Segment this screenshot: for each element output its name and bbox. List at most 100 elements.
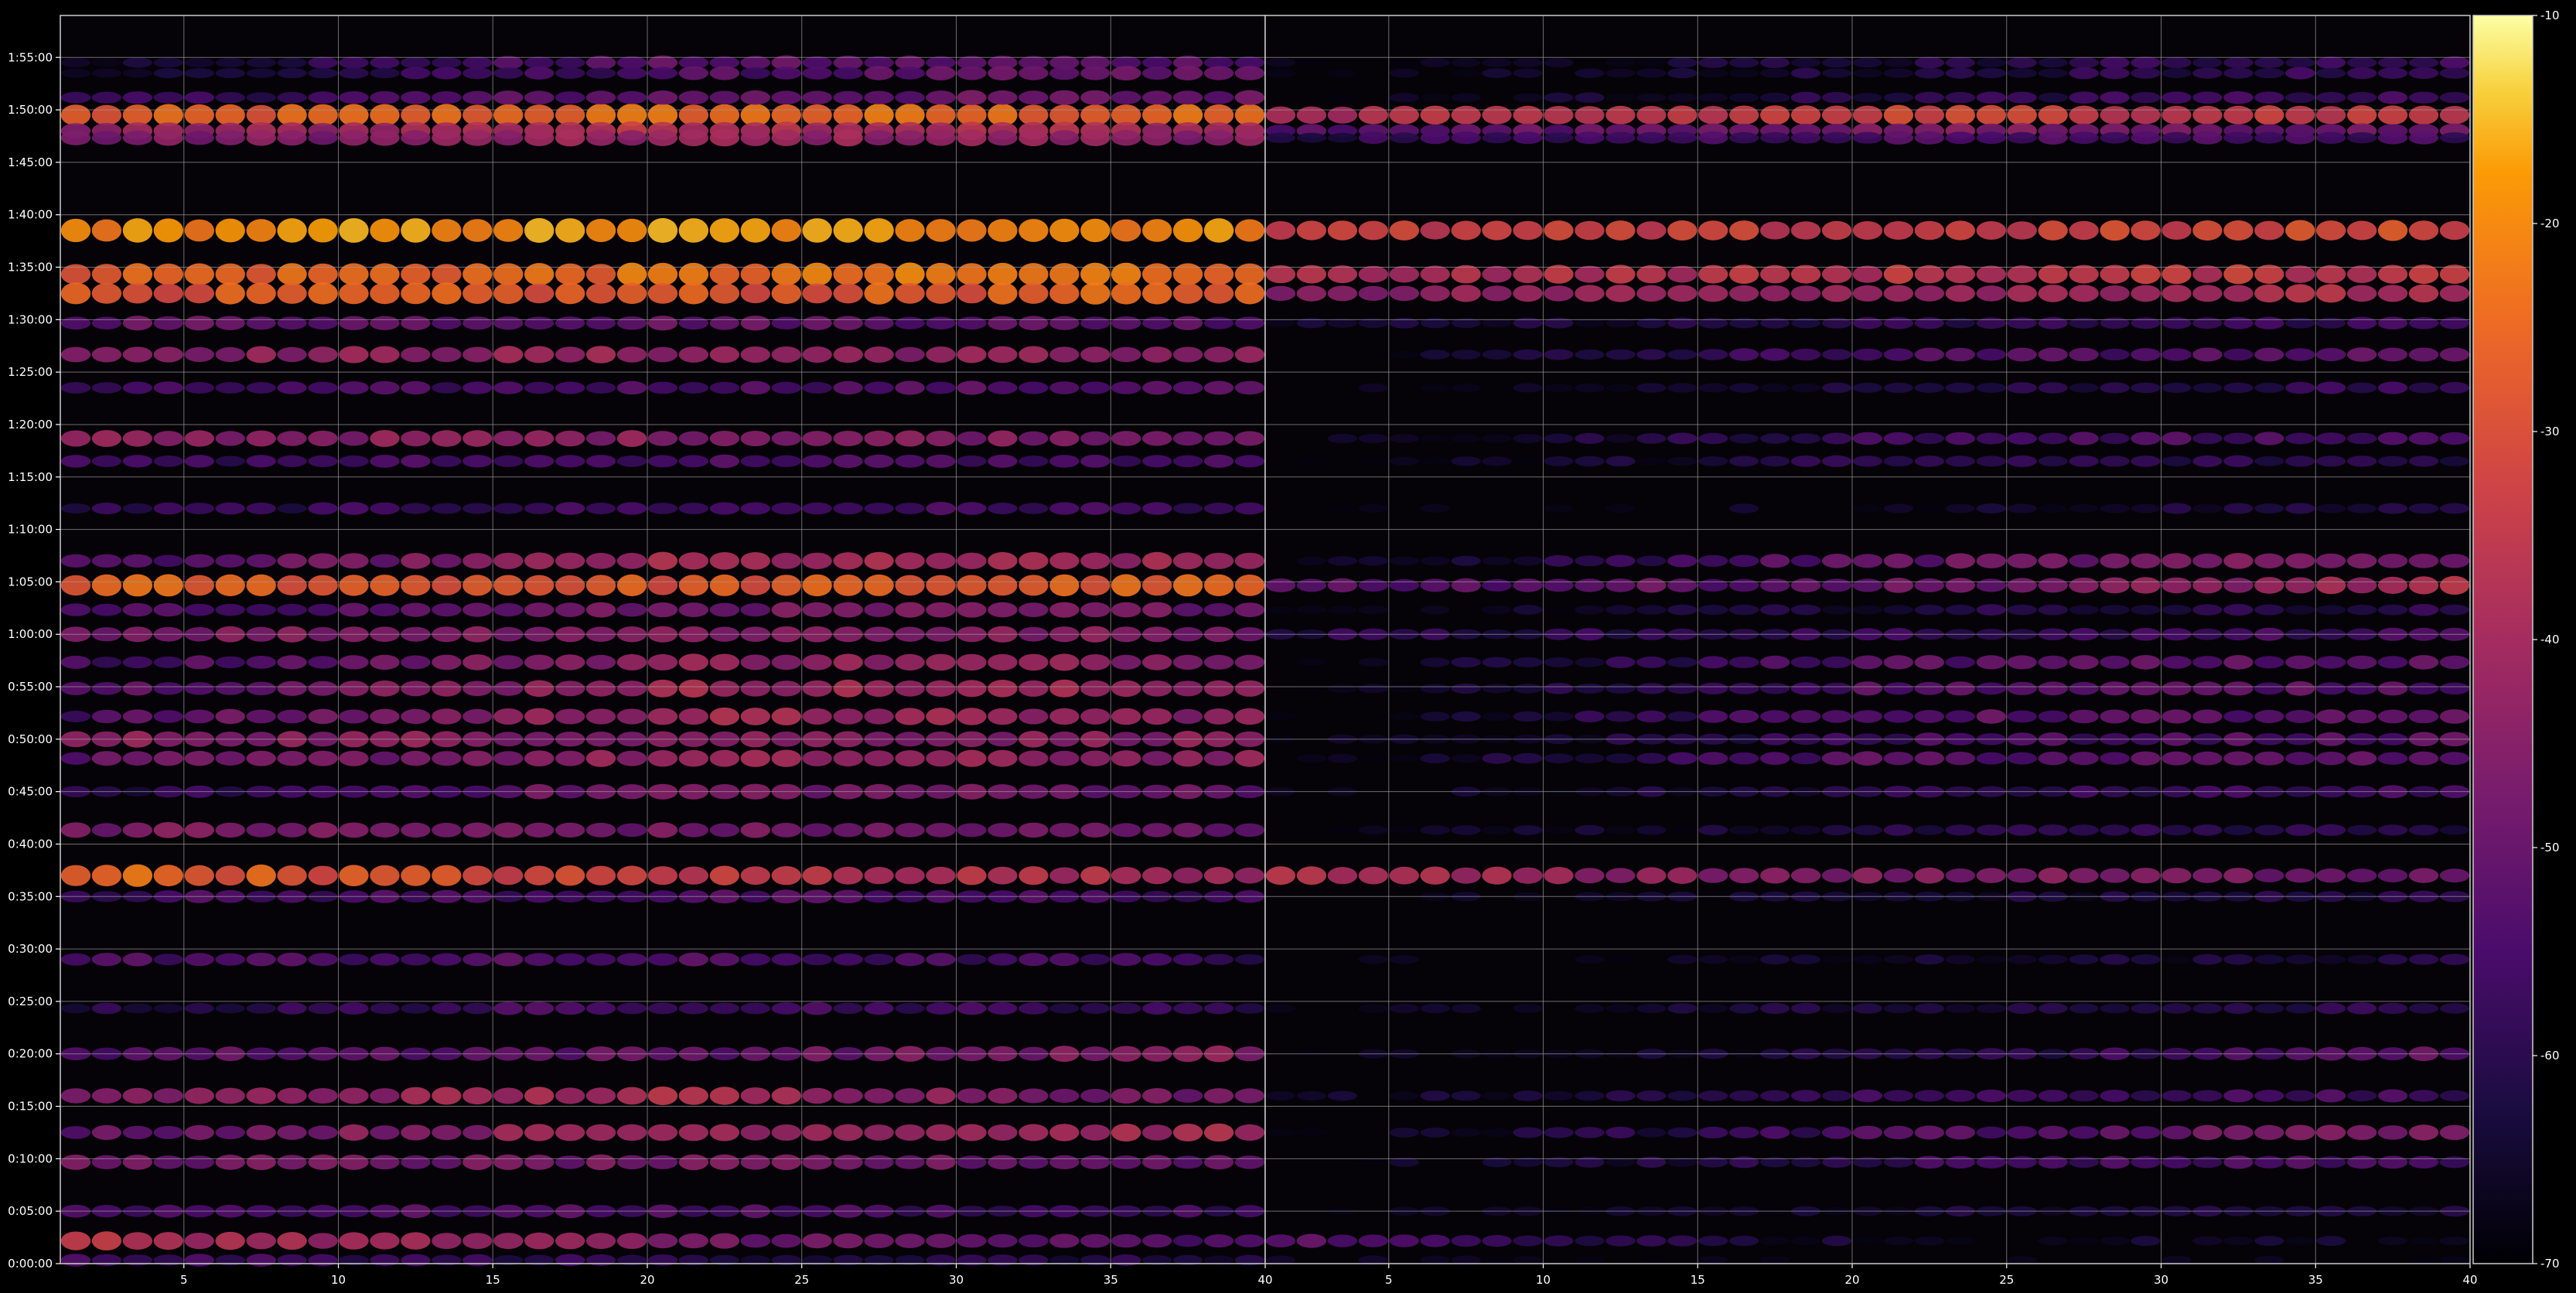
heatmap-cell: [1203, 218, 1234, 243]
heatmap-cell: [1203, 654, 1234, 670]
heatmap-cell: [740, 502, 770, 515]
heatmap-cell: [2223, 868, 2254, 884]
heatmap-cell: [308, 1125, 338, 1140]
heatmap-cell: [833, 953, 863, 966]
heatmap-cell: [370, 346, 400, 363]
heatmap-cell: [370, 1125, 400, 1140]
heatmap-cell: [2131, 553, 2161, 568]
heatmap-cell: [2285, 265, 2315, 283]
heatmap-cell: [462, 602, 493, 617]
heatmap-cell: [1760, 57, 1790, 68]
heatmap-cell: [555, 602, 585, 617]
heatmap-cell: [1142, 551, 1172, 570]
heatmap-cell: [2131, 1236, 2161, 1247]
heatmap-cell: [988, 749, 1018, 767]
heatmap-cell: [1018, 866, 1049, 885]
heatmap-cell: [1852, 105, 1883, 125]
heatmap-cell: [2223, 317, 2254, 329]
heatmap-cell: [246, 455, 276, 468]
heatmap-cell: [833, 218, 863, 243]
heatmap-cell: [1729, 348, 1759, 361]
heatmap-cell: [1420, 434, 1450, 443]
heatmap-cell: [833, 653, 863, 671]
heatmap-cell: [1883, 752, 1914, 766]
heatmap-cell: [709, 346, 740, 363]
heatmap-cell: [91, 91, 122, 104]
heatmap-cell: [771, 129, 801, 146]
heatmap-cell: [1451, 711, 1481, 722]
heatmap-cell: [1049, 455, 1080, 468]
heatmap-cell: [2131, 220, 2161, 241]
heatmap-cell: [1698, 656, 1728, 669]
heatmap-cell: [1544, 753, 1574, 764]
heatmap-cell: [2192, 577, 2223, 594]
heatmap-cell: [555, 552, 585, 569]
heatmap-cell: [2285, 655, 2315, 670]
heatmap-cell: [1049, 130, 1080, 146]
heatmap-cell: [1142, 455, 1172, 468]
heatmap-cell: [1636, 433, 1667, 444]
heatmap-cell: [2285, 131, 2315, 145]
heatmap-cell: [401, 751, 431, 766]
heatmap-cell: [2439, 575, 2470, 595]
heatmap-cell: [2192, 317, 2223, 329]
heatmap-cell: [1914, 578, 1945, 592]
heatmap-cell: [122, 346, 153, 363]
heatmap-cell: [122, 57, 153, 68]
heatmap-cell: [2254, 316, 2284, 329]
heatmap-cell: [1945, 868, 1975, 883]
y-tick-label: 1:35:00: [8, 261, 53, 275]
heatmap-cell: [740, 953, 770, 966]
heatmap-cell: [1172, 130, 1203, 145]
heatmap-cell: [339, 602, 369, 617]
heatmap-cell: [1018, 822, 1049, 838]
heatmap-cell: [2007, 347, 2037, 362]
heatmap-cell: [1172, 953, 1203, 966]
heatmap-cell: [401, 263, 431, 285]
heatmap-cell: [2100, 285, 2130, 302]
heatmap-cell: [2223, 455, 2254, 468]
heatmap-cell: [2161, 455, 2192, 466]
heatmap-cell: [678, 823, 709, 838]
heatmap-cell: [246, 282, 276, 305]
heatmap-cell: [957, 708, 987, 725]
heatmap-cell: [709, 749, 740, 767]
heatmap-cell: [1358, 503, 1389, 513]
heatmap-cell: [339, 316, 369, 330]
heatmap-cell: [2377, 824, 2408, 836]
heatmap-cell: [1976, 383, 2006, 393]
heatmap-cell: [2007, 68, 2037, 78]
heatmap-cell: [1790, 825, 1821, 835]
heatmap-cell: [370, 1088, 400, 1104]
heatmap-cell: [740, 90, 770, 105]
heatmap-cell: [153, 954, 183, 966]
heatmap-cell: [370, 1254, 400, 1267]
heatmap-cell: [555, 316, 585, 330]
heatmap-cell: [184, 283, 214, 304]
heatmap-cell: [1358, 265, 1389, 283]
heatmap-cell: [1420, 711, 1450, 722]
heatmap-cell: [2408, 1003, 2439, 1014]
heatmap-cell: [1729, 682, 1759, 694]
heatmap-cell: [308, 603, 338, 616]
heatmap-cell: [215, 68, 245, 79]
heatmap-cell: [802, 708, 832, 725]
heatmap-cell: [926, 708, 956, 725]
heatmap-cell: [2100, 1155, 2130, 1169]
heatmap-cell: [1760, 433, 1790, 444]
heatmap-cell: [462, 455, 493, 468]
heatmap-cell: [184, 455, 214, 468]
heatmap-cell: [1203, 1088, 1234, 1104]
heatmap-cell: [184, 430, 214, 447]
heatmap-cell: [246, 219, 276, 242]
heatmap-cell: [1142, 575, 1172, 596]
heatmap-cell: [1482, 68, 1512, 78]
heatmap-cell: [2038, 92, 2068, 103]
heatmap-cell: [1945, 553, 1975, 569]
heatmap-cell: [308, 1088, 338, 1104]
heatmap-cell: [1142, 90, 1172, 105]
heatmap-cell: [1729, 656, 1759, 668]
heatmap-cell: [1142, 751, 1172, 766]
heatmap-cell: [616, 502, 647, 515]
heatmap-cell: [277, 431, 307, 446]
